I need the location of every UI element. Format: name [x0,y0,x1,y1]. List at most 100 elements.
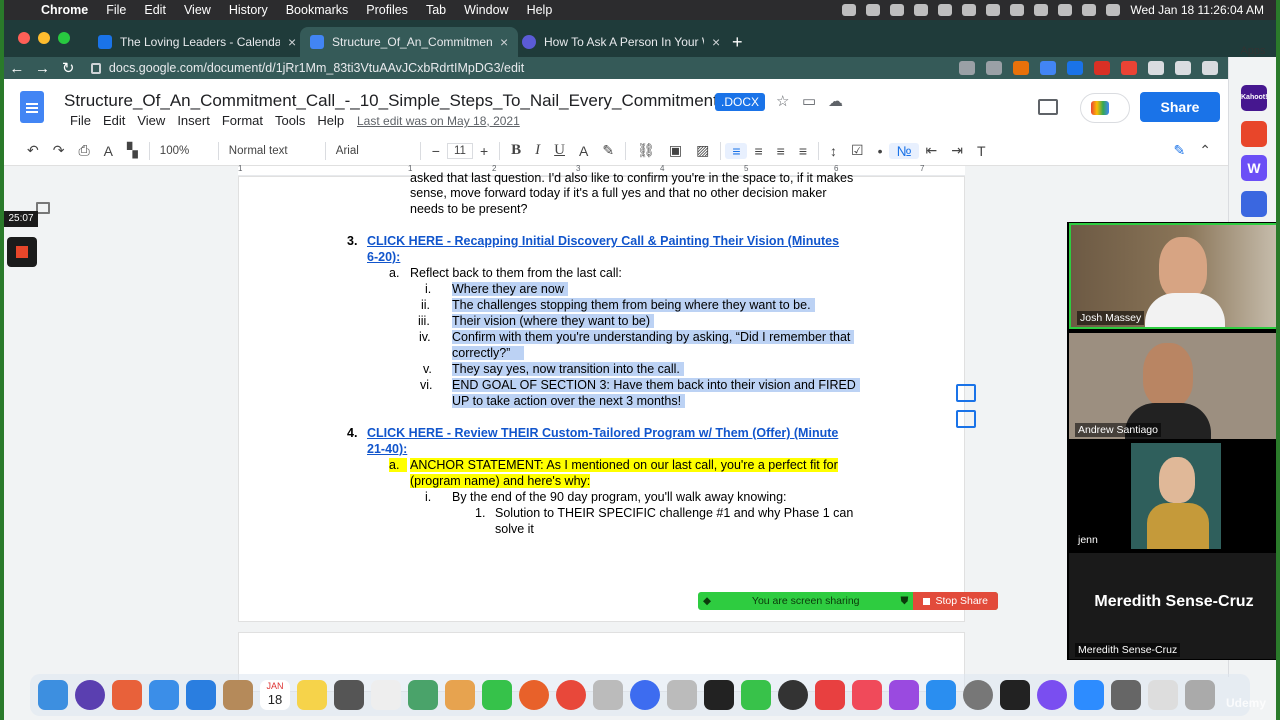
news-icon[interactable] [815,680,845,710]
help-icon[interactable] [667,680,697,710]
numbered-list-icon[interactable]: № [889,142,919,159]
reload-icon[interactable]: ↻ [55,59,81,77]
siri-icon[interactable] [75,680,105,710]
grid-icon[interactable] [914,4,929,16]
notes-icon[interactable] [297,680,327,710]
decrease-size-icon[interactable]: − [425,143,447,159]
messenger-icon[interactable] [1037,680,1067,710]
extension-icon[interactable] [1094,61,1110,75]
meet-button[interactable] [1080,93,1130,123]
increase-indent-icon[interactable]: ⇥ [944,142,970,159]
undo-icon[interactable]: ↶ [20,142,46,159]
calculator-icon[interactable] [334,680,364,710]
highlight-icon[interactable]: ✎ [595,142,621,159]
extension-icon[interactable] [1013,61,1029,75]
link-icon[interactable]: ⛓ [630,142,662,159]
stop-recording-button[interactable] [7,237,37,267]
kahoot-app-icon[interactable]: Kahoot! [1241,85,1267,111]
align-center-icon[interactable]: ≡ [747,143,769,159]
reminders-icon[interactable] [371,680,401,710]
comments-icon[interactable] [1038,99,1058,115]
cloud-icon[interactable]: ☁ [828,92,843,110]
podcasts-icon[interactable] [889,680,919,710]
close-window-button[interactable] [18,32,30,44]
section-3-link[interactable]: CLICK HERE - Recapping Initial Discovery… [367,234,839,248]
new-tab-icon[interactable]: + [732,32,743,53]
messages-icon[interactable] [482,680,512,710]
body-text[interactable]: Solution to THEIR SPECIFIC challenge #1 … [495,506,853,520]
calendar-app-icon[interactable]: JAN 18 [260,680,290,710]
participant-tile[interactable]: jenn [1069,443,1276,549]
play-icon[interactable] [962,4,977,16]
italic-icon[interactable]: I [528,142,547,159]
chevron-up-icon[interactable]: ⌃ [1192,142,1218,159]
bluetooth-icon[interactable] [1010,4,1025,16]
tab-document[interactable]: Structure_Of_An_Commitment × [300,27,519,57]
selected-text[interactable]: They say yes, now transition into the ca… [452,362,684,376]
highlighted-text[interactable]: (program name) and here's why: [410,474,591,488]
last-edit-link[interactable]: Last edit was on May 18, 2021 [357,114,520,128]
underline-icon[interactable]: U [547,142,572,159]
help-icon[interactable] [593,680,623,710]
document-thumbnail-icon[interactable] [1148,680,1178,710]
finder-icon[interactable] [38,680,68,710]
obs-icon[interactable] [778,680,808,710]
control-center-icon[interactable] [1082,4,1097,16]
close-tab-icon[interactable]: × [288,34,296,50]
music-icon[interactable] [852,680,882,710]
selected-text[interactable]: Their vision (where they want to be) [452,314,655,328]
tab-calendar[interactable]: The Loving Leaders - Calendar × [88,27,306,57]
docs-menu-help[interactable]: Help [311,113,350,128]
maximize-window-button[interactable] [58,32,70,44]
trash-icon[interactable] [1185,680,1215,710]
firefox-icon[interactable] [519,680,549,710]
highlighted-text[interactable]: ANCHOR STATEMENT: As I mentioned on our … [410,458,838,472]
share-icon[interactable] [959,61,975,75]
add-comment-icon[interactable] [956,384,976,402]
app-icon[interactable] [1241,191,1267,217]
star-icon[interactable]: ☆ [776,92,789,110]
print-icon[interactable]: ⎙ [71,142,96,159]
more-menu-icon[interactable] [1202,61,1218,75]
selected-text[interactable]: Where they are now [452,282,568,296]
bulleted-list-icon[interactable]: • [871,143,890,159]
participant-tile[interactable]: Josh Massey [1069,223,1276,329]
selected-text[interactable]: correctly?” [452,346,525,360]
docs-menu-file[interactable]: File [64,113,97,128]
zoom-select[interactable]: 100% [154,145,214,157]
decrease-indent-icon[interactable]: ⇤ [919,142,945,159]
selected-text[interactable]: Confirm with them you're understanding b… [452,330,855,344]
url-text[interactable]: docs.google.com/document/d/1jRr1Mm_83ti3… [109,61,524,75]
bold-icon[interactable]: B [504,142,528,159]
menu-file[interactable]: File [97,3,135,17]
menu-tab[interactable]: Tab [417,3,455,17]
app-icon[interactable]: W [1241,155,1267,181]
menu-profiles[interactable]: Profiles [357,3,417,17]
document-title[interactable]: Structure_Of_An_Commitment_Call_-_10_Sim… [64,91,757,111]
close-tab-icon[interactable]: × [712,34,720,50]
clear-formatting-icon[interactable]: T [970,143,993,159]
text-color-icon[interactable]: A [572,143,595,159]
move-folder-icon[interactable]: ▭ [802,92,816,110]
docs-logo-icon[interactable] [20,91,44,123]
gear-icon[interactable] [938,4,953,16]
menu-app-name[interactable]: Chrome [32,3,97,17]
extension-icon[interactable] [1067,61,1083,75]
tab-article[interactable]: How To Ask A Person In Your W × [512,27,730,57]
settings-icon[interactable] [630,680,660,710]
style-select[interactable]: Normal text [223,145,321,157]
increase-size-icon[interactable]: + [473,143,495,159]
close-tab-icon[interactable]: × [500,34,508,50]
paint-format-icon[interactable]: ▚ [120,142,145,159]
image-icon[interactable]: ▨ [689,142,716,159]
location-icon[interactable] [842,4,857,16]
docs-menu-insert[interactable]: Insert [171,113,216,128]
suggest-edits-icon[interactable] [956,410,976,428]
line-spacing-icon[interactable]: ↕ [823,143,844,159]
document-page[interactable]: asked that last question. I'd also like … [238,171,965,622]
docs-menu-edit[interactable]: Edit [97,113,131,128]
checklist-icon[interactable]: ☑ [844,142,871,159]
section-4-link[interactable]: 21-40): [367,442,407,456]
app-icon[interactable] [1241,121,1267,147]
body-text[interactable]: Reflect back to them from the last call: [410,266,622,280]
